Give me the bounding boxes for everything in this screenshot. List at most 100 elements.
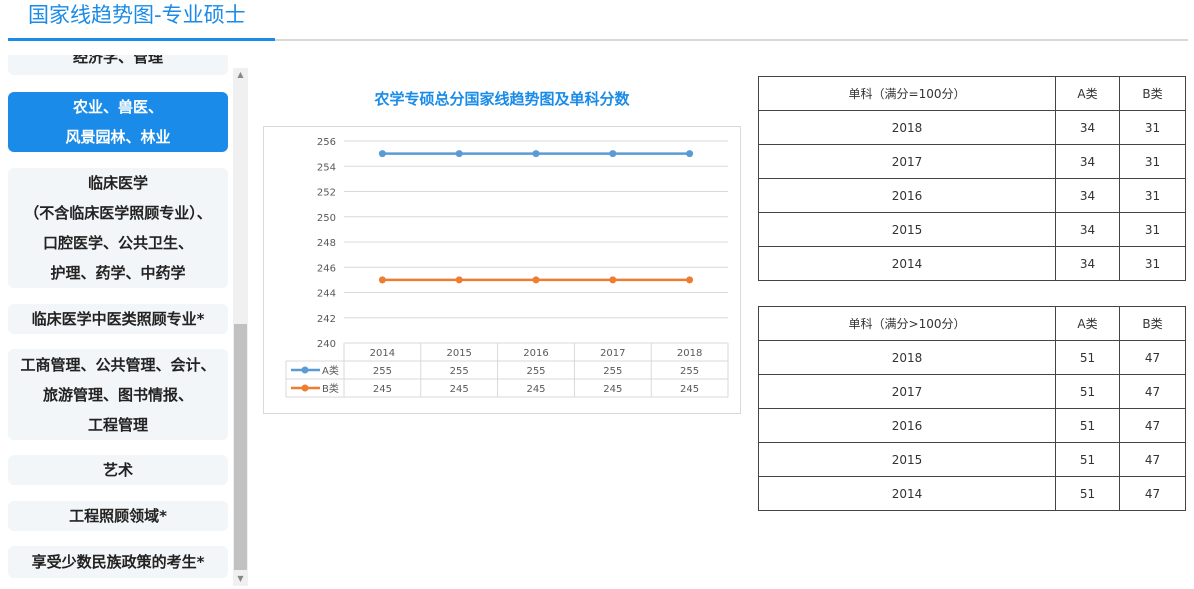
table-row: 2017 51 47 xyxy=(758,374,1186,409)
chart-title: 农学专硕总分国家线趋势图及单科分数 xyxy=(374,90,630,108)
table-cell: 2014 xyxy=(758,476,1056,511)
data-table-value: 255 xyxy=(526,366,545,377)
scroll-up-icon[interactable]: ▲ xyxy=(233,68,248,82)
data-point xyxy=(609,276,617,284)
y-tick-label: 250 xyxy=(317,213,336,224)
data-table-value: 245 xyxy=(526,384,545,395)
table-cell: 31 xyxy=(1119,178,1186,213)
y-tick-label: 242 xyxy=(317,314,336,325)
table-cell: 2018 xyxy=(758,110,1056,145)
data-point xyxy=(532,150,540,158)
data-table-value: 255 xyxy=(373,366,392,377)
table-header-cell: 单科（满分=100分） xyxy=(758,76,1056,111)
single-subject-table-over-100: 单科（满分>100分） A类 B类 2018 51 47 2017 51 47 2016 51 47 2… xyxy=(758,306,1186,511)
data-point xyxy=(378,150,386,158)
data-point xyxy=(686,276,694,284)
table-cell: 47 xyxy=(1119,476,1186,511)
table-header-cell: A类 xyxy=(1055,76,1120,111)
y-tick-label: 256 xyxy=(317,137,336,148)
table-cell: 51 xyxy=(1055,442,1120,477)
table-header-cell: 单科（满分>100分） xyxy=(758,306,1056,341)
table-cell: 2015 xyxy=(758,442,1056,477)
table-cell: 2016 xyxy=(758,408,1056,443)
table-row: 2014 34 31 xyxy=(758,246,1186,281)
data-table-value: 245 xyxy=(450,384,469,395)
sidebar-item-tcm-clinical[interactable]: 临床医学中医类照顾专业* xyxy=(8,304,228,334)
sidebar-item-art[interactable]: 艺术 xyxy=(8,455,228,485)
data-table-value: 245 xyxy=(603,384,622,395)
table-cell: 2017 xyxy=(758,144,1056,179)
y-tick-label: 240 xyxy=(317,339,336,350)
sidebar-scrollbar[interactable]: ▲ ▼ xyxy=(233,68,248,586)
table-cell: 34 xyxy=(1055,246,1120,281)
legend-marker xyxy=(301,366,309,374)
table-row: 2018 51 47 xyxy=(758,340,1186,375)
table-cell: 51 xyxy=(1055,374,1120,409)
table-cell: 47 xyxy=(1119,374,1186,409)
data-table-value: 255 xyxy=(603,366,622,377)
sidebar-item-clinical-medicine[interactable]: 临床医学 （不含临床医学照顾专业）、 口腔医学、公共卫生、 护理、药学、中药学 xyxy=(8,168,228,288)
sidebar-item-agriculture[interactable]: 农业、兽医、 风景园林、林业 xyxy=(8,92,228,152)
sidebar-item-business-admin[interactable]: 工商管理、公共管理、会计、 旅游管理、图书情报、 工程管理 xyxy=(8,349,228,440)
table-cell: 2016 xyxy=(758,178,1056,213)
table-header-cell: B类 xyxy=(1119,76,1186,111)
table-cell: 2017 xyxy=(758,374,1056,409)
table-cell: 51 xyxy=(1055,408,1120,443)
table-cell: 51 xyxy=(1055,476,1120,511)
table-cell: 34 xyxy=(1055,110,1120,145)
data-point xyxy=(609,150,617,158)
data-table-value: 255 xyxy=(450,366,469,377)
data-table-value: 245 xyxy=(680,384,699,395)
trend-chart-svg: 240 242 244 246 248 250 252 254 256 2014 2015 2016 2… xyxy=(285,137,729,398)
y-tick-label: 248 xyxy=(317,238,336,249)
x-tick-label: 2014 xyxy=(370,348,395,359)
y-tick-label: 252 xyxy=(317,188,336,199)
table-cell: 34 xyxy=(1055,144,1120,179)
table-cell: 34 xyxy=(1055,178,1120,213)
table-row: 2014 51 47 xyxy=(758,476,1186,511)
table-cell: 31 xyxy=(1119,110,1186,145)
table-row: 2016 34 31 xyxy=(758,178,1186,213)
table-cell: 47 xyxy=(1119,408,1186,443)
table-cell: 31 xyxy=(1119,212,1186,247)
table-cell: 31 xyxy=(1119,246,1186,281)
table-cell: 2015 xyxy=(758,212,1056,247)
table-cell: 47 xyxy=(1119,442,1186,477)
table-row: 2015 51 47 xyxy=(758,442,1186,477)
table-row: 2016 51 47 xyxy=(758,408,1186,443)
table-cell: 34 xyxy=(1055,212,1120,247)
table-header-cell: A类 xyxy=(1055,306,1120,341)
table-row: 2018 34 31 xyxy=(758,110,1186,145)
title-accent-bar xyxy=(8,38,275,41)
table-row: 2017 34 31 xyxy=(758,144,1186,179)
scrollbar-thumb[interactable] xyxy=(234,324,247,570)
x-tick-label: 2018 xyxy=(677,348,702,359)
legend-label: A类 xyxy=(322,364,339,377)
table-cell: 31 xyxy=(1119,144,1186,179)
data-point xyxy=(686,150,694,158)
y-tick-label: 254 xyxy=(317,162,336,173)
table-cell: 47 xyxy=(1119,340,1186,375)
sidebar-item-engineering[interactable]: 工程照顾领域* xyxy=(8,501,228,531)
trend-chart: 240 242 244 246 248 250 252 254 256 2014 2015 2016 2… xyxy=(263,126,741,414)
y-tick-label: 244 xyxy=(317,289,336,300)
legend-marker xyxy=(301,384,309,392)
data-table-value: 255 xyxy=(680,366,699,377)
y-tick-label: 246 xyxy=(317,263,336,274)
scroll-down-icon[interactable]: ▼ xyxy=(233,572,248,586)
table-header-cell: B类 xyxy=(1119,306,1186,341)
table-header-row: 单科（满分=100分） A类 B类 xyxy=(758,76,1186,111)
table-row: 2015 34 31 xyxy=(758,212,1186,247)
x-tick-label: 2016 xyxy=(523,348,548,359)
table-header-row: 单科（满分>100分） A类 B类 xyxy=(758,306,1186,341)
data-point xyxy=(455,150,463,158)
x-tick-label: 2015 xyxy=(446,348,471,359)
data-table-value: 245 xyxy=(373,384,392,395)
sidebar-item-economics[interactable]: 经济学、管理 xyxy=(8,55,228,75)
table-cell: 2014 xyxy=(758,246,1056,281)
x-tick-label: 2017 xyxy=(600,348,625,359)
single-subject-table-100: 单科（满分=100分） A类 B类 2018 34 31 2017 34 31 2016 34 31 2… xyxy=(758,76,1186,281)
sidebar-item-minority-policy[interactable]: 享受少数民族政策的考生* xyxy=(8,546,228,578)
table-cell: 51 xyxy=(1055,340,1120,375)
data-point xyxy=(532,276,540,284)
